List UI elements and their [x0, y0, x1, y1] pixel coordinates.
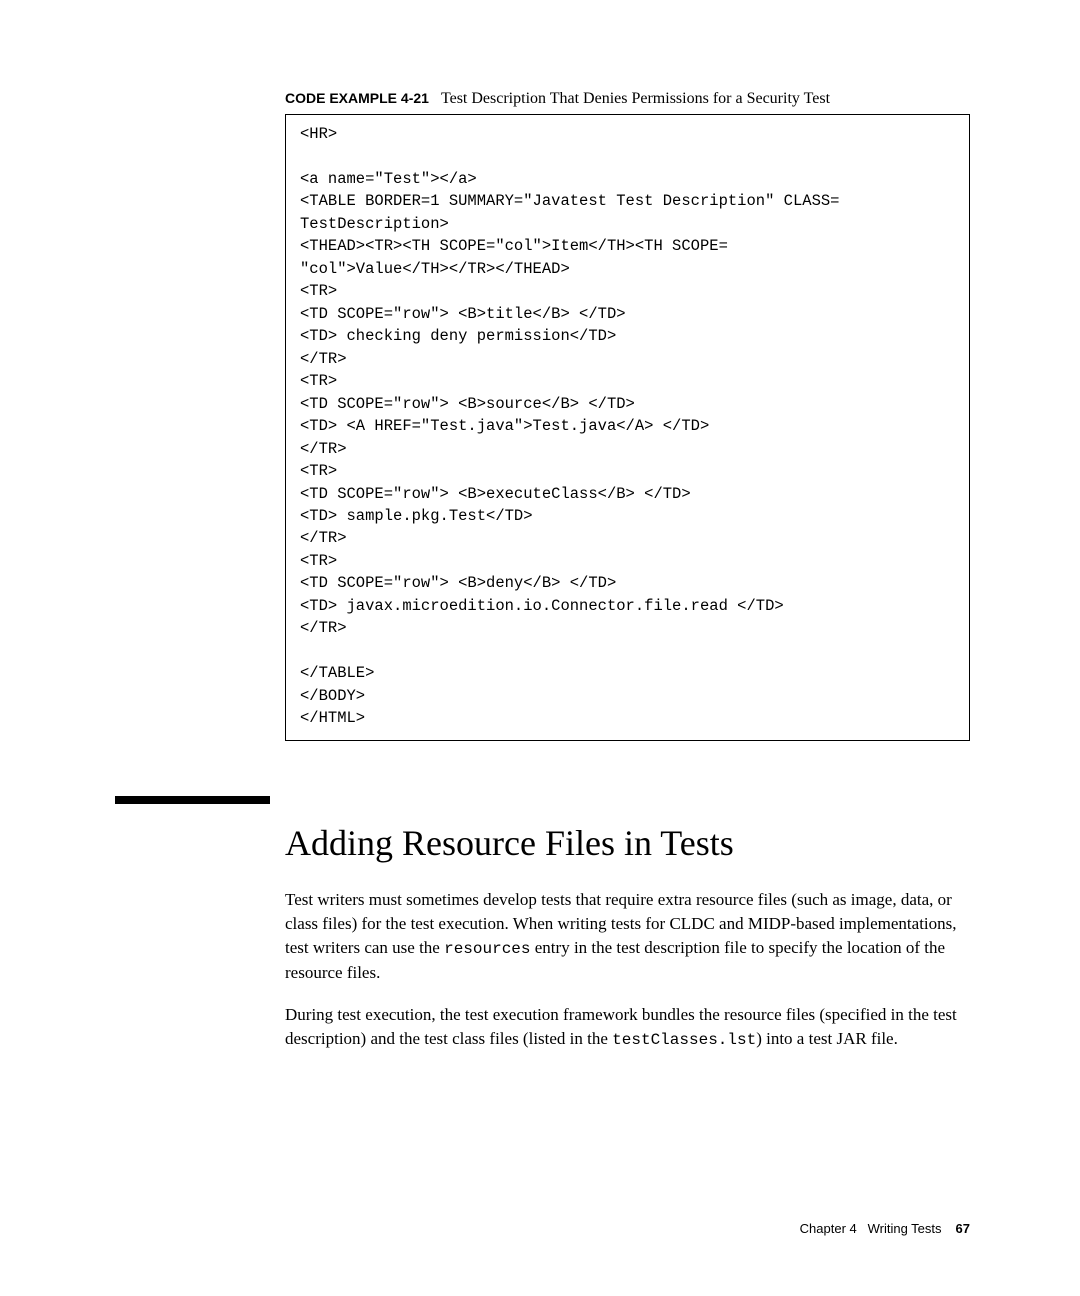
section-rule: [115, 796, 270, 804]
footer-page-number: 67: [956, 1221, 970, 1236]
p1-code-1: resources: [444, 940, 530, 958]
code-listing: <HR> <a name="Test"></a> <TABLE BORDER=1…: [285, 114, 970, 741]
page-footer: Chapter 4 Writing Tests 67: [800, 1221, 970, 1236]
caption-label: CODE EXAMPLE 4-21: [285, 90, 429, 106]
section-heading: Adding Resource Files in Tests: [285, 822, 970, 864]
p2-code-1: testClasses.lst: [612, 1031, 756, 1049]
caption-text: Test Description That Denies Permissions…: [441, 90, 830, 107]
p2-text-2: ) into a test JAR file.: [756, 1029, 898, 1048]
code-example-caption: CODE EXAMPLE 4-21 Test Description That D…: [285, 90, 970, 108]
body-paragraph-1: Test writers must sometimes develop test…: [285, 888, 970, 985]
footer-chapter: Chapter 4: [800, 1221, 857, 1236]
footer-title: Writing Tests: [868, 1221, 942, 1236]
body-paragraph-2: During test execution, the test executio…: [285, 1003, 970, 1052]
